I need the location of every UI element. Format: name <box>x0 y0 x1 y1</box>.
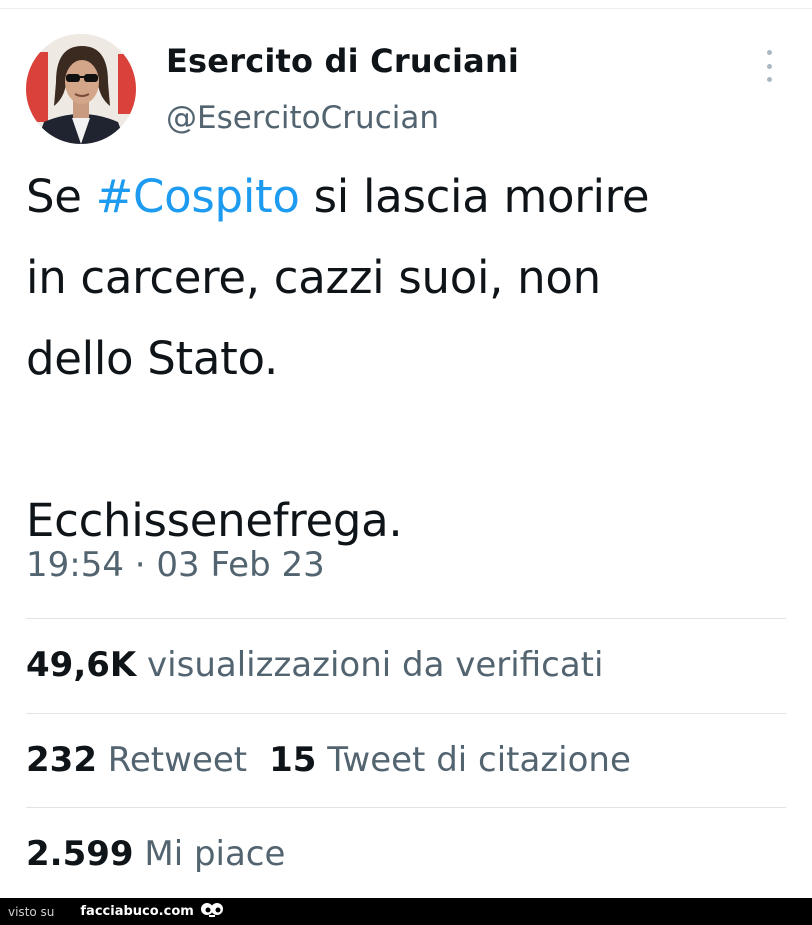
googly-eyes-icon <box>200 902 224 921</box>
engagement-row: 232 Retweet 15 Tweet di citazione <box>26 740 631 780</box>
tweet-line-1: Se #Cospito si lascia morire <box>26 170 650 223</box>
avatar[interactable] <box>26 34 136 144</box>
divider <box>26 713 786 714</box>
watermark-bar: visto su facciabuco.com <box>0 898 812 925</box>
avatar-image <box>26 34 136 144</box>
likes-row: 2.599 Mi piace <box>26 834 285 874</box>
watermark-prefix: visto su <box>8 904 55 919</box>
tweet-screenshot: Esercito di Cruciani @EsercitoCrucian Se… <box>0 0 812 925</box>
watermark-site-link[interactable]: facciabuco.com <box>80 904 193 919</box>
author-name[interactable]: Esercito di Cruciani <box>166 42 519 80</box>
tweet-line-3: dello Stato. <box>26 332 278 385</box>
quote-tweets-stat[interactable]: 15 Tweet di citazione <box>269 740 631 780</box>
author-handle[interactable]: @EsercitoCrucian <box>166 100 439 136</box>
tweet-line-2: in carcere, cazzi suoi, non <box>26 251 601 304</box>
likes-stat[interactable]: 2.599 Mi piace <box>26 834 285 874</box>
divider <box>26 618 786 619</box>
views-row: 49,6K visualizzazioni da verificati <box>26 645 603 685</box>
views-stat[interactable]: 49,6K visualizzazioni da verificati <box>26 645 603 685</box>
tweet-text: Se #Cospito si lascia morire in carcere,… <box>26 156 796 561</box>
retweets-stat[interactable]: 232 Retweet <box>26 740 247 780</box>
hashtag-link[interactable]: #Cospito <box>96 170 300 223</box>
top-divider <box>0 8 812 9</box>
more-vertical-icon[interactable] <box>760 50 778 82</box>
divider <box>26 807 786 808</box>
tweet-timestamp[interactable]: 19:54 · 03 Feb 23 <box>26 545 325 585</box>
